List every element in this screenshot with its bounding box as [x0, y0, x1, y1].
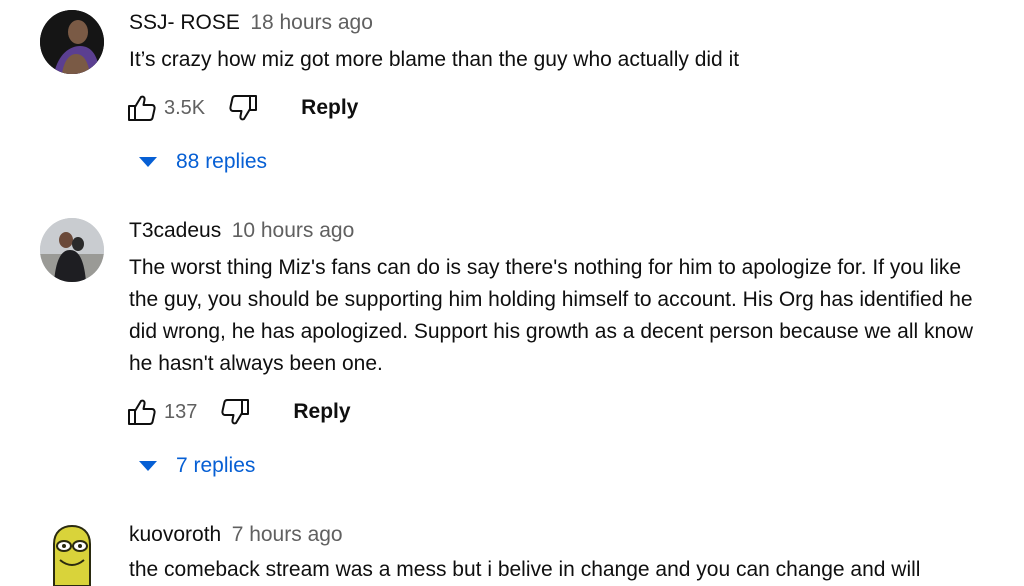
- caret-down-icon: [138, 460, 158, 472]
- thumbs-up-icon: [128, 95, 156, 121]
- replies-count: 7 replies: [176, 454, 256, 477]
- reply-button[interactable]: Reply: [293, 400, 350, 424]
- view-replies-button[interactable]: 88 replies: [138, 145, 267, 179]
- comment-text: the comeback stream was a mess but i bel…: [129, 558, 921, 581]
- user-avatar-photo-icon: [40, 10, 104, 74]
- like-count: 3.5K: [164, 96, 206, 119]
- avatar[interactable]: [40, 10, 104, 74]
- comment-author[interactable]: kuovoroth: [129, 523, 221, 546]
- comment-text: The worst thing Miz's fans can do is say…: [129, 256, 974, 375]
- avatar[interactable]: [40, 218, 104, 282]
- avatar[interactable]: [40, 522, 104, 586]
- replies-count: 88 replies: [176, 150, 268, 173]
- comment-text: It’s crazy how miz got more blame than t…: [129, 48, 740, 71]
- like-button[interactable]: [126, 92, 158, 124]
- comment-author[interactable]: T3cadeus: [129, 219, 221, 242]
- comment-actions: 3.5K Reply: [126, 88, 358, 128]
- thumbs-down-icon: [229, 95, 258, 121]
- user-avatar-photo-icon: [40, 218, 104, 282]
- thumbs-up-icon: [128, 399, 156, 425]
- caret-down-icon: [138, 156, 158, 168]
- comment-timestamp[interactable]: 10 hours ago: [232, 219, 355, 242]
- view-replies-button[interactable]: 7 replies: [138, 449, 255, 483]
- like-button[interactable]: [126, 396, 158, 428]
- cartoon-avatar-icon: [53, 524, 91, 586]
- comment-timestamp[interactable]: 18 hours ago: [250, 11, 373, 34]
- comment-author[interactable]: SSJ- ROSE: [129, 11, 240, 34]
- like-count: 137: [164, 400, 198, 423]
- thumbs-down-icon: [221, 399, 250, 425]
- comment-actions: 137 Reply: [126, 392, 351, 432]
- dislike-button[interactable]: [219, 396, 251, 428]
- comment-timestamp[interactable]: 7 hours ago: [232, 523, 343, 546]
- dislike-button[interactable]: [227, 92, 259, 124]
- reply-button[interactable]: Reply: [301, 96, 358, 120]
